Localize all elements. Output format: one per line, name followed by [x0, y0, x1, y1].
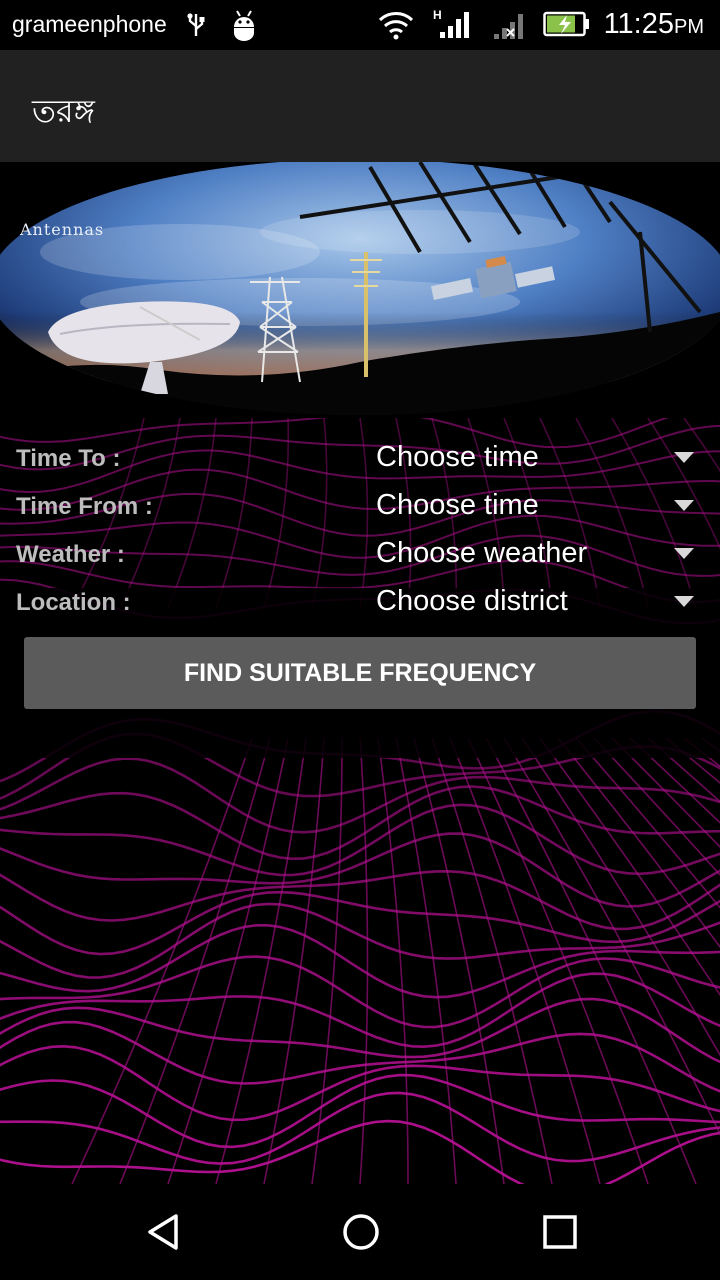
banner-caption: Antennas — [20, 220, 105, 239]
location-row: Location : Choose district — [0, 579, 720, 627]
wave-line — [0, 869, 720, 931]
location-value: Choose district — [376, 585, 568, 617]
app-title: তরঙ্গ — [32, 92, 95, 130]
dropdown-arrow-icon — [674, 548, 694, 559]
wave-line — [0, 1091, 720, 1165]
no-signal-icon — [494, 14, 523, 39]
navigation-bar — [0, 1184, 720, 1280]
usb-icon — [187, 13, 205, 36]
location-label: Location : — [16, 589, 131, 616]
weather-value: Choose weather — [376, 537, 588, 569]
carrier-name: grameenphone — [12, 11, 167, 37]
wave-grid-line — [647, 737, 720, 803]
dropdown-arrow-icon — [674, 452, 694, 463]
time-from-label: Time From : — [16, 493, 153, 520]
clock-ampm: PM — [674, 16, 704, 38]
android-debug-icon — [234, 10, 254, 41]
wave-line — [0, 890, 720, 956]
antennas-illustration — [0, 162, 720, 418]
app-bar: তরঙ্গ — [0, 50, 720, 162]
status-bar: grameenphone H 11:25PM — [0, 0, 720, 50]
svg-text:H: H — [433, 8, 442, 22]
time-to-spinner[interactable]: Choose time — [364, 435, 708, 483]
wave-line — [0, 785, 720, 861]
banner-image: Antennas — [0, 162, 720, 418]
wave-grid-line — [629, 737, 720, 824]
clock: 11:25PM — [604, 8, 704, 41]
weather-row: Weather : Choose weather — [0, 531, 720, 579]
weather-label: Weather : — [16, 541, 125, 568]
recents-icon[interactable] — [534, 1206, 586, 1258]
home-icon[interactable] — [335, 1206, 387, 1258]
wave-line — [0, 1073, 720, 1149]
time-from-row: Time From : Choose time — [0, 483, 720, 531]
time-from-spinner[interactable]: Choose time — [364, 483, 708, 531]
screen: grameenphone H 11:25PM তরঙ্গ Antennas Ti… — [0, 0, 720, 1280]
wave-grid-line — [395, 737, 457, 1184]
time-to-label: Time To : — [16, 445, 121, 472]
signal-icon: H — [433, 8, 469, 38]
wave-grid-line — [119, 737, 271, 1184]
back-icon[interactable] — [138, 1206, 190, 1258]
dropdown-arrow-icon — [674, 596, 694, 607]
wifi-icon — [378, 12, 414, 40]
battery-charging-icon — [543, 11, 589, 37]
weather-spinner[interactable]: Choose weather — [364, 531, 708, 579]
find-frequency-button[interactable]: FIND SUITABLE FREQUENCY — [24, 637, 696, 709]
wave-grid-line — [263, 737, 325, 1184]
wave-line — [0, 757, 720, 834]
time-to-value: Choose time — [376, 441, 539, 473]
location-spinner[interactable]: Choose district — [364, 579, 708, 627]
time-from-value: Choose time — [376, 489, 539, 521]
dropdown-arrow-icon — [674, 500, 694, 511]
time-to-row: Time To : Choose time — [0, 435, 720, 483]
clock-time: 11:25 — [603, 8, 674, 40]
wave-grid-line — [359, 737, 369, 1184]
